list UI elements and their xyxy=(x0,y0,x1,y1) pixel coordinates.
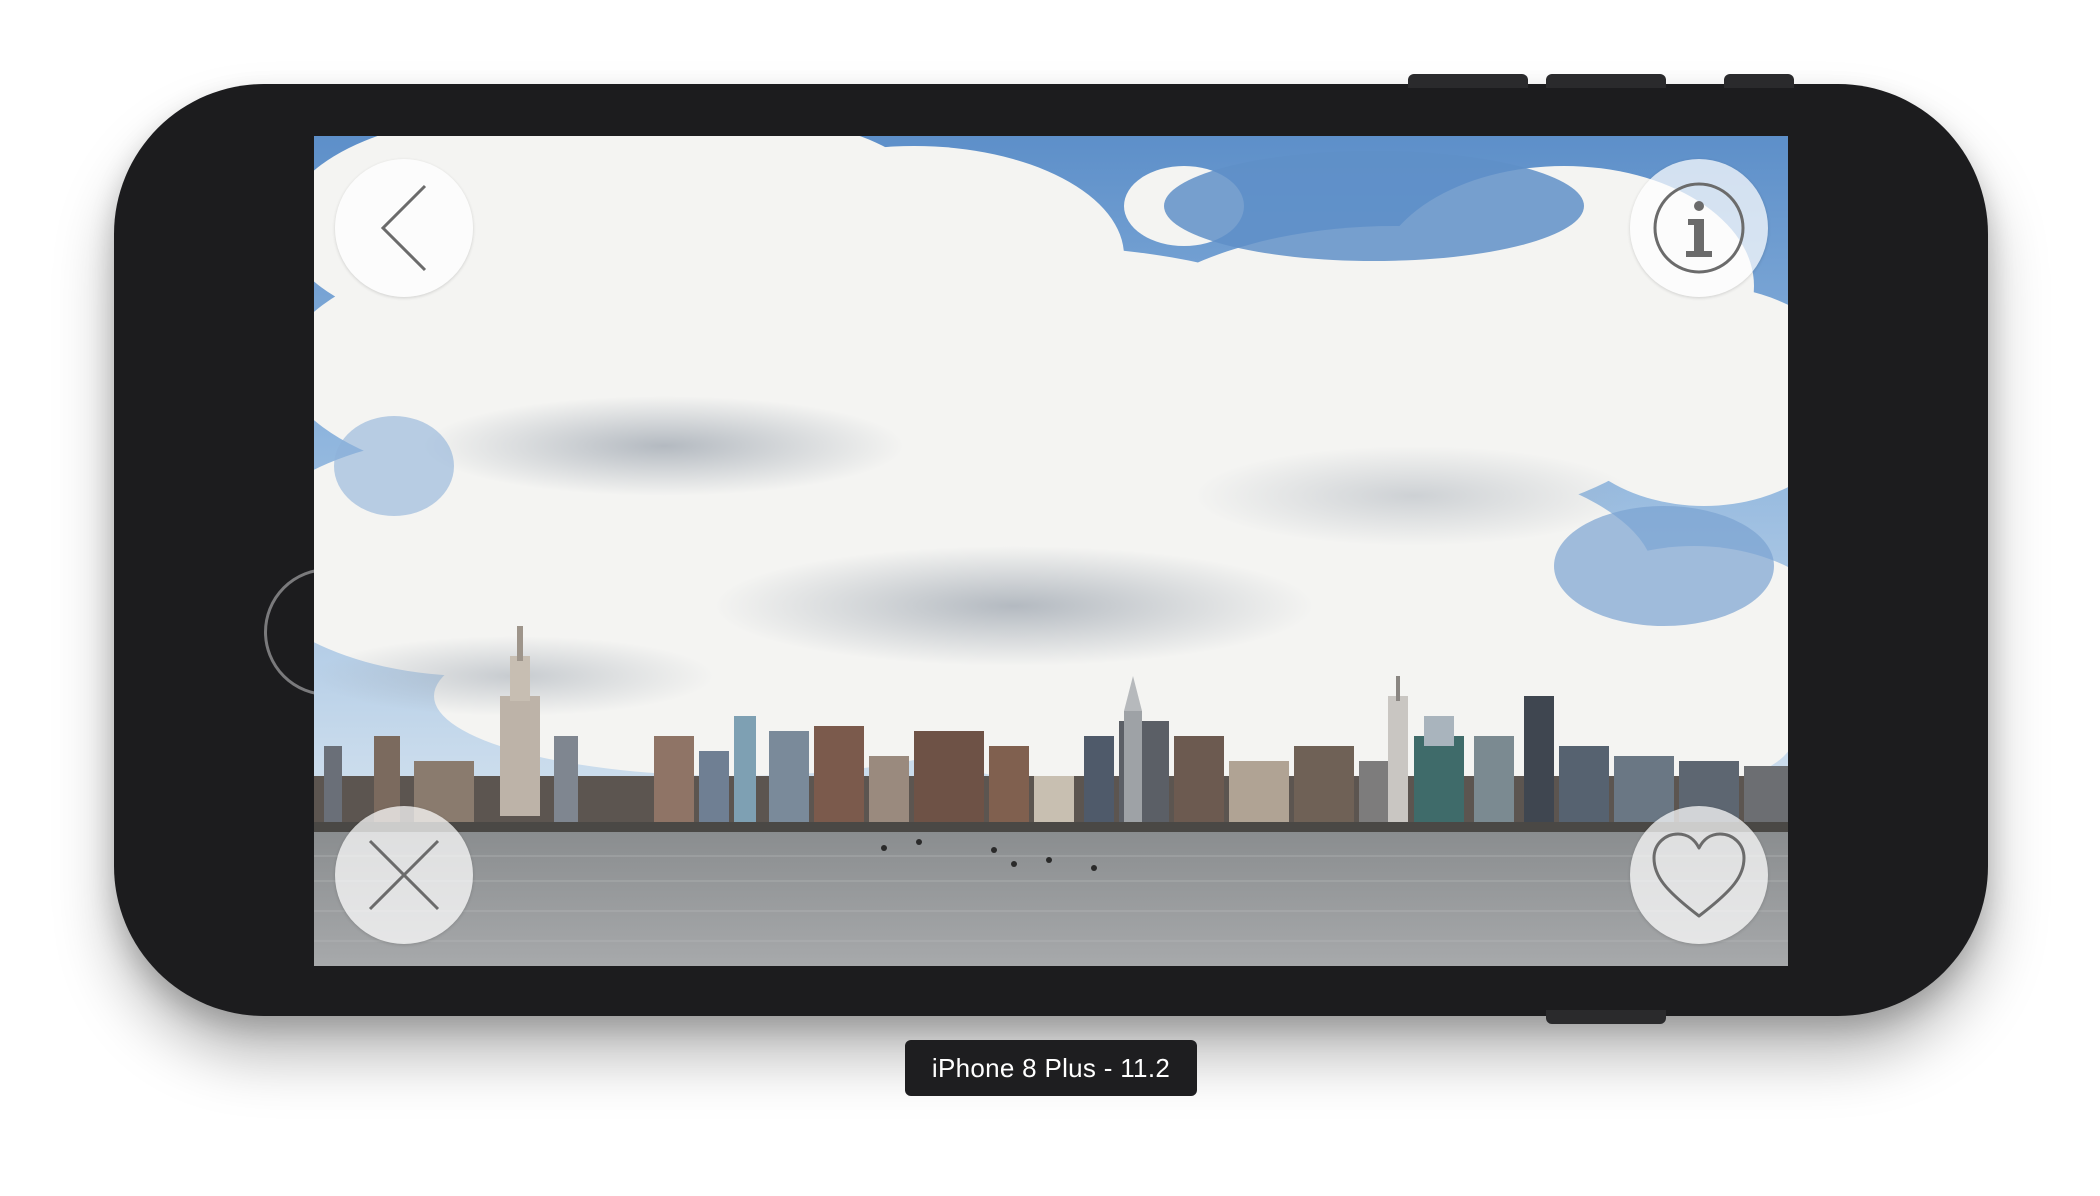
device-label: iPhone 8 Plus - 11.2 xyxy=(905,1040,1197,1096)
like-button[interactable] xyxy=(1630,806,1768,944)
info-button[interactable] xyxy=(1630,159,1768,297)
dismiss-button[interactable] xyxy=(335,806,473,944)
mute-switch[interactable] xyxy=(1724,74,1794,88)
back-button[interactable] xyxy=(335,159,473,297)
volume-down-button[interactable] xyxy=(1546,74,1666,88)
power-button[interactable] xyxy=(1546,1010,1666,1024)
close-icon xyxy=(368,839,440,911)
heart-icon xyxy=(1652,832,1746,918)
simulator-stage: iPhone 8 Plus - 11.2 xyxy=(0,0,2100,1196)
info-icon xyxy=(1653,182,1745,274)
skyline-photo xyxy=(314,136,1788,966)
chevron-left-icon xyxy=(380,184,427,272)
volume-up-button[interactable] xyxy=(1408,74,1528,88)
device-screen xyxy=(314,136,1788,966)
